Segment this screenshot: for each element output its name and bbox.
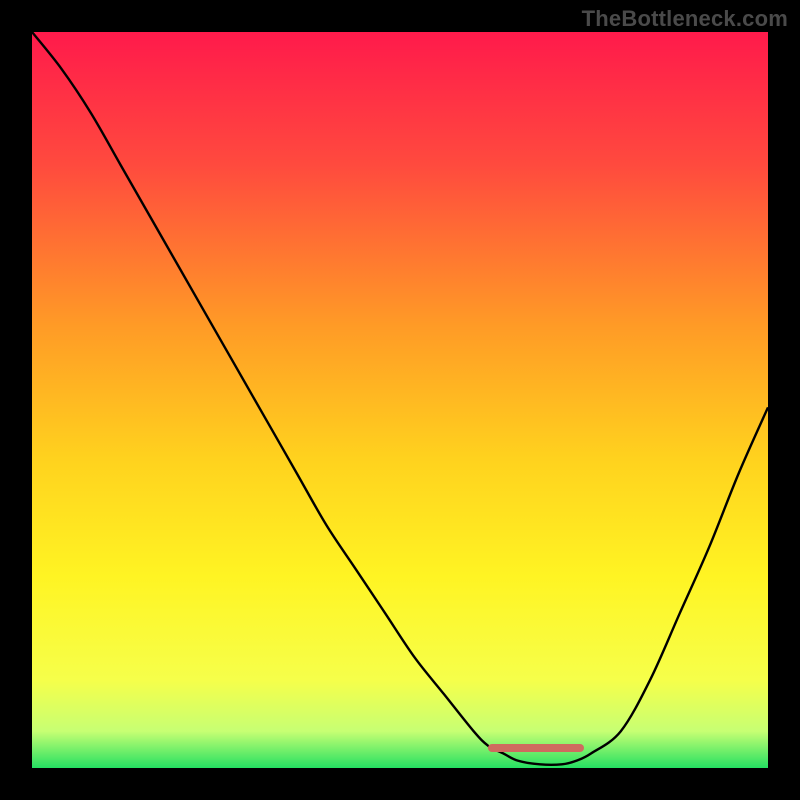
- chart-frame: TheBottleneck.com: [0, 0, 800, 800]
- watermark-text: TheBottleneck.com: [582, 6, 788, 32]
- plot-area: [32, 32, 768, 768]
- plateau-marker: [488, 744, 584, 752]
- bottleneck-curve: [32, 32, 768, 768]
